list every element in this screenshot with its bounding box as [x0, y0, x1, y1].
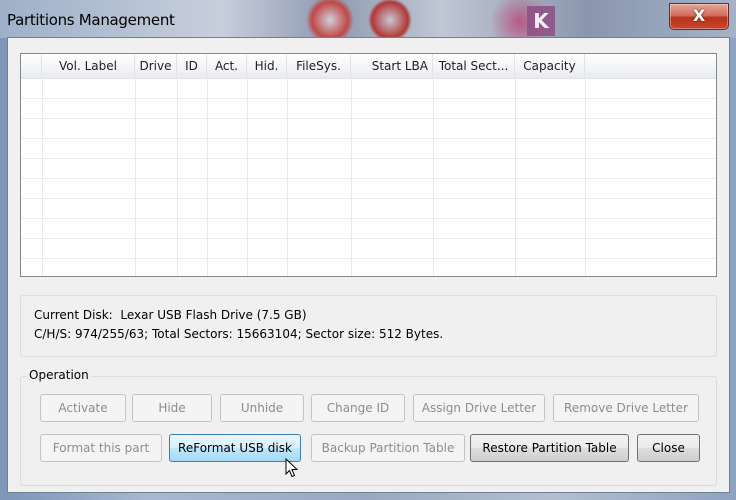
row-divider: [21, 138, 716, 139]
row-divider: [21, 198, 716, 199]
mouse-cursor-icon: [285, 458, 299, 478]
row-divider: [21, 178, 716, 179]
column-divider: [287, 78, 288, 276]
column-divider: [135, 78, 136, 276]
column-header-active[interactable]: Act.: [207, 54, 247, 78]
current-disk-value: Lexar USB Flash Drive (7.5 GB): [120, 308, 307, 322]
column-header-hidden[interactable]: Hid.: [247, 54, 287, 78]
column-header-total-sectors[interactable]: Total Sect...: [433, 54, 515, 78]
restore-partition-table-button[interactable]: Restore Partition Table: [470, 434, 629, 462]
partitions-table[interactable]: Vol. Label Drive ID Act. Hid. FileSys. S…: [20, 53, 717, 277]
partitions-management-window: K Partitions Management X Vol. Label Dri…: [0, 0, 736, 500]
column-divider: [433, 78, 434, 276]
change-id-button[interactable]: Change ID: [311, 394, 405, 422]
table-header: Vol. Label Drive ID Act. Hid. FileSys. S…: [21, 54, 716, 79]
backup-partition-table-button[interactable]: Backup Partition Table: [311, 434, 465, 462]
column-header-vol-label[interactable]: Vol. Label: [42, 54, 135, 78]
column-header-indicator[interactable]: [21, 54, 42, 78]
column-divider: [177, 78, 178, 276]
dialog-client-area: Vol. Label Drive ID Act. Hid. FileSys. S…: [7, 37, 730, 493]
column-header-id[interactable]: ID: [177, 54, 207, 78]
column-divider: [515, 78, 516, 276]
row-divider: [21, 258, 716, 259]
operation-group-label: Operation: [27, 368, 91, 382]
remove-drive-letter-button[interactable]: Remove Drive Letter: [553, 394, 699, 422]
row-divider: [21, 118, 716, 119]
current-disk-line: Current Disk: Lexar USB Flash Drive (7.5…: [34, 308, 307, 322]
column-divider: [351, 78, 352, 276]
reformat-usb-disk-button[interactable]: ReFormat USB disk: [169, 434, 301, 462]
window-title: Partitions Management: [7, 11, 175, 29]
close-button[interactable]: Close: [637, 434, 700, 462]
close-icon: X: [692, 6, 706, 25]
column-header-filler: [585, 54, 716, 78]
activate-button[interactable]: Activate: [40, 394, 126, 422]
row-divider: [21, 238, 716, 239]
row-divider: [21, 218, 716, 219]
row-divider: [21, 98, 716, 99]
operation-group: [20, 376, 717, 486]
unhide-button[interactable]: Unhide: [220, 394, 304, 422]
window-close-button[interactable]: X: [669, 3, 729, 30]
background-app-icon: K: [527, 6, 555, 36]
column-divider: [207, 78, 208, 276]
column-divider: [247, 78, 248, 276]
assign-drive-letter-button[interactable]: Assign Drive Letter: [413, 394, 545, 422]
column-header-start-lba[interactable]: Start LBA: [351, 54, 433, 78]
disk-geometry-line: C/H/S: 974/255/63; Total Sectors: 156631…: [34, 327, 444, 341]
column-header-filesys[interactable]: FileSys.: [287, 54, 351, 78]
row-divider: [21, 158, 716, 159]
column-divider: [585, 78, 586, 276]
disk-info-panel: Current Disk: Lexar USB Flash Drive (7.5…: [20, 295, 717, 357]
column-divider: [42, 78, 43, 276]
column-header-drive[interactable]: Drive: [135, 54, 177, 78]
column-header-capacity[interactable]: Capacity: [515, 54, 585, 78]
hide-button[interactable]: Hide: [132, 394, 212, 422]
format-this-part-button[interactable]: Format this part: [40, 434, 162, 462]
current-disk-label: Current Disk:: [34, 308, 113, 322]
